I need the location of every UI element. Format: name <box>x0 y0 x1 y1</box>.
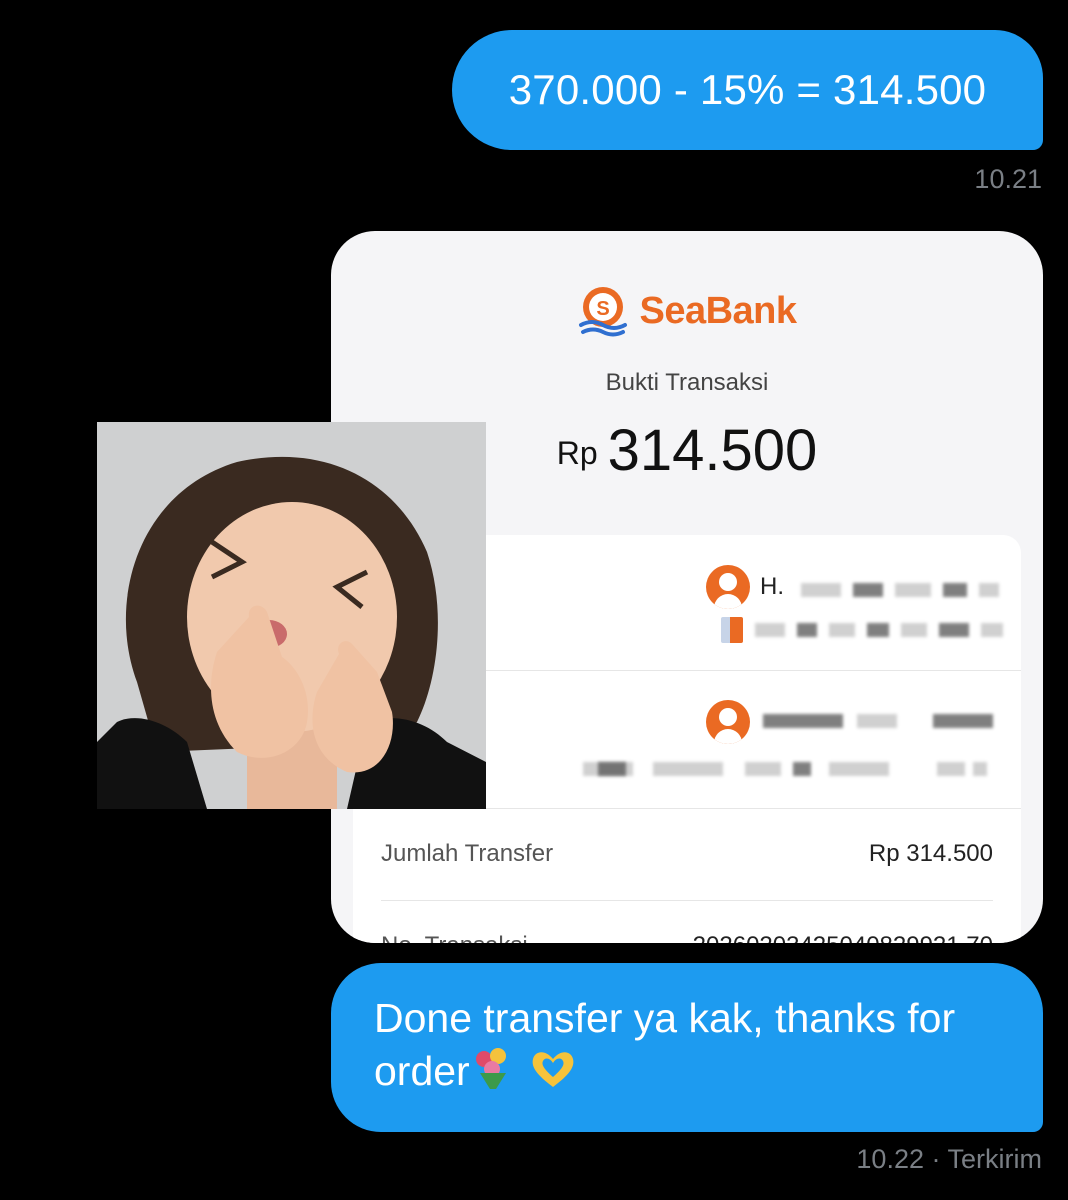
detail-label: No. Transaksi <box>381 932 528 943</box>
child-photo-illustration <box>97 422 486 809</box>
child-sticker-image[interactable] <box>97 422 486 809</box>
redacted-text <box>745 762 781 776</box>
redacted-text <box>973 762 987 776</box>
bank-icon <box>721 617 743 643</box>
redacted-text <box>979 583 999 597</box>
redacted-text <box>853 583 883 597</box>
redacted-text <box>943 583 967 597</box>
redacted-text <box>981 623 1003 637</box>
bouquet-emoji <box>470 1047 516 1104</box>
redacted-text <box>755 623 785 637</box>
redacted-text <box>867 623 889 637</box>
message-bubble-thanks[interactable]: Done transfer ya kak, thanks for order <box>331 963 1043 1132</box>
redacted-text <box>797 623 817 637</box>
heart-hands-emoji <box>527 1047 579 1104</box>
redacted-text <box>933 714 993 728</box>
receipt-title: Bukti Transaksi <box>605 369 769 396</box>
redacted-text <box>939 623 969 637</box>
detail-label: Jumlah Transfer <box>381 840 554 867</box>
redacted-text <box>598 762 626 776</box>
message-text: 370.000 - 15% = 314.500 <box>508 66 987 113</box>
message-timestamp: 10.22 <box>856 1144 924 1174</box>
redacted-text <box>937 762 965 776</box>
redacted-text <box>857 714 897 728</box>
redacted-text <box>895 583 931 597</box>
message-timestamp: 10.21 <box>974 164 1042 194</box>
delivery-status: · Terkirim <box>931 1144 1043 1174</box>
message-bubble-calculation[interactable]: 370.000 - 15% = 314.500 <box>452 30 1043 150</box>
redacted-text <box>829 623 855 637</box>
detail-row-transfer-amount: Jumlah Transfer Rp 314.500 <box>381 808 993 901</box>
bank-name: SeaBank <box>639 289 797 332</box>
message-text-container: Done transfer ya kak, thanks for order <box>374 992 1014 1104</box>
redacted-text <box>801 583 841 597</box>
amount-currency: Rp <box>556 435 598 471</box>
detail-row-transaction-number: No. Transaksi 20260203425040829921 70 <box>381 900 993 943</box>
sender-name: H. <box>760 573 784 600</box>
amount-value: 314.500 <box>607 418 818 483</box>
message-timestamp-status: 10.22 · Terkirim <box>856 1144 1042 1175</box>
avatar-icon <box>706 565 750 609</box>
svg-text:S: S <box>597 298 610 320</box>
detail-value: 20260203425040829921 70 <box>693 932 993 943</box>
avatar-icon <box>706 700 750 744</box>
redacted-text <box>829 762 889 776</box>
redacted-text <box>901 623 927 637</box>
redacted-text <box>653 762 723 776</box>
detail-value: Rp 314.500 <box>868 840 993 867</box>
seabank-logo-icon: S <box>579 287 628 337</box>
message-text: Done transfer ya kak, thanks for order <box>374 994 956 1094</box>
seabank-logo: S SeaBank <box>331 285 1043 337</box>
redacted-text <box>793 762 811 776</box>
redacted-text <box>763 714 843 728</box>
